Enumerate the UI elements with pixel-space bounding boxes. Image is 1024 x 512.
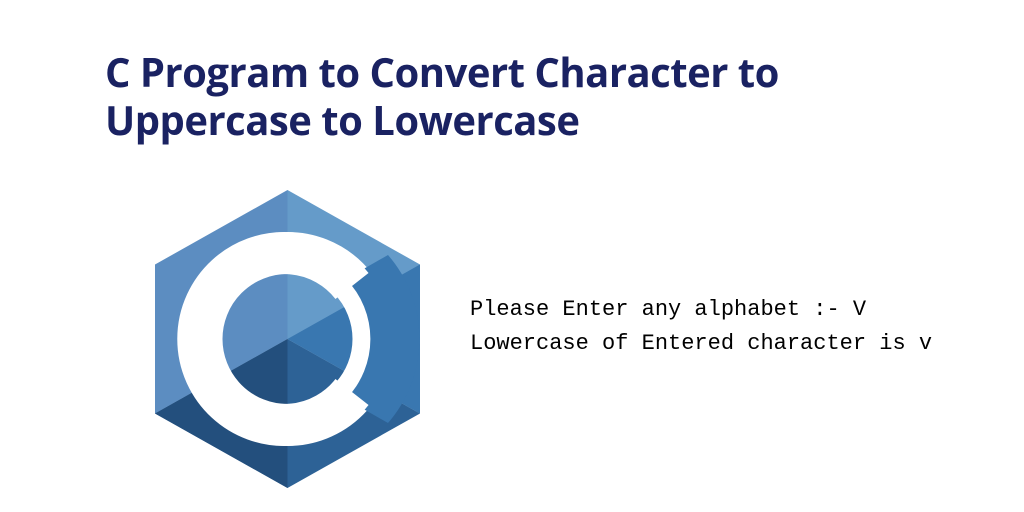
page-root: C Program to Convert Character to Upperc… (0, 0, 1024, 512)
c-logo-icon (155, 190, 420, 488)
program-output: Please Enter any alphabet :- V Lowercase… (470, 293, 932, 361)
output-line-1: Please Enter any alphabet :- V (470, 297, 866, 322)
c-language-logo (155, 190, 420, 488)
output-line-2: Lowercase of Entered character is v (470, 331, 932, 356)
page-title: C Program to Convert Character to Upperc… (105, 48, 885, 144)
